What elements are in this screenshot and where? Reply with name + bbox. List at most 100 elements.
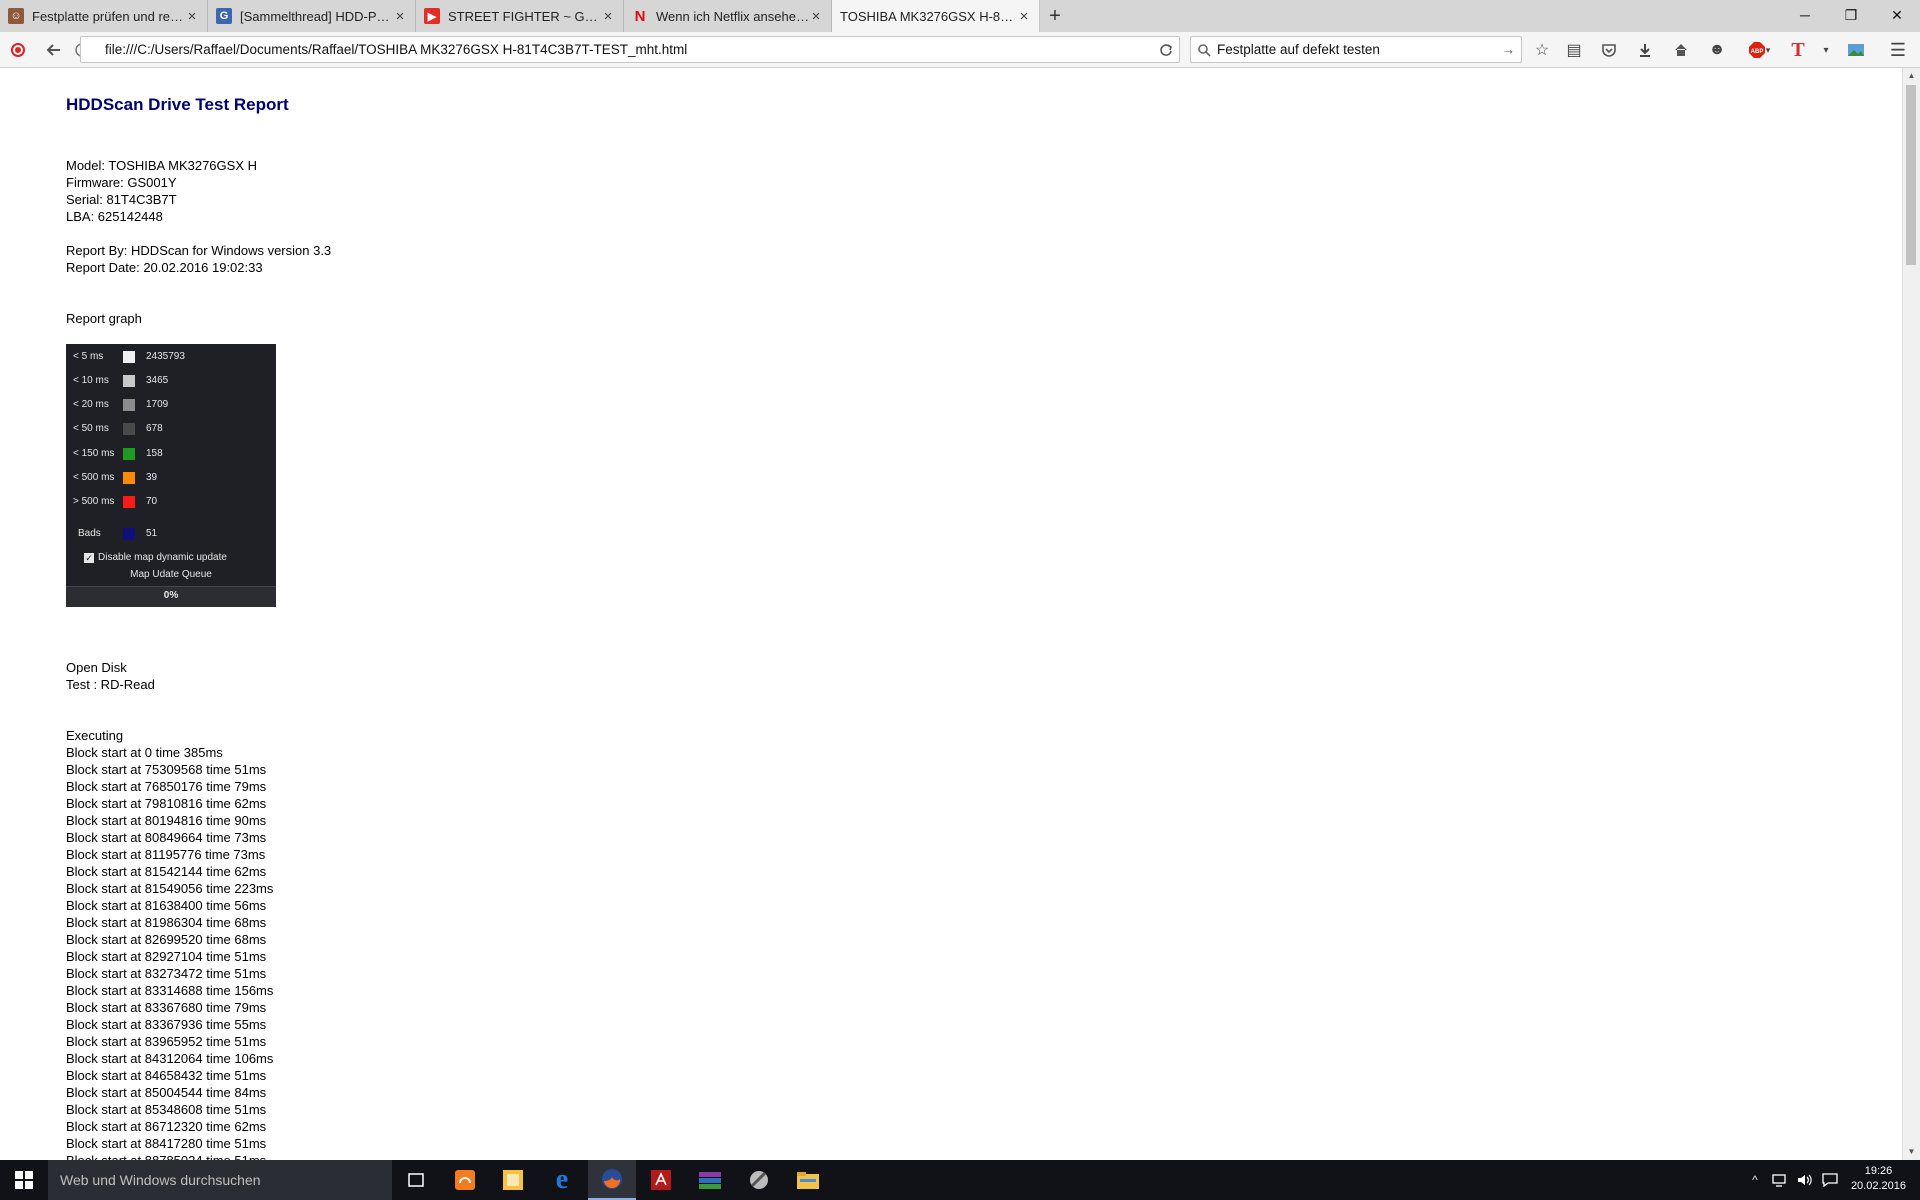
back-icon[interactable]	[42, 38, 66, 62]
adblock-icon[interactable]: ABP ▾	[1742, 38, 1776, 62]
legend-swatch	[123, 472, 135, 484]
volume-icon[interactable]	[1794, 1160, 1816, 1200]
netflix-favicon-icon: N	[634, 7, 646, 25]
extension-icon[interactable]	[1844, 38, 1868, 62]
close-tab-icon[interactable]: ×	[601, 8, 615, 25]
block-log-line: Block start at 86712320 time 62ms	[66, 1119, 267, 1134]
network-icon[interactable]	[1768, 1160, 1790, 1200]
sticky-notes-icon[interactable]	[489, 1160, 537, 1200]
close-window-icon[interactable]: ✕	[1874, 0, 1920, 30]
edge-browser-icon[interactable]: e	[538, 1160, 586, 1200]
navigation-bar: file:///C:/Users/Raffael/Documents/Raffa…	[0, 32, 1920, 68]
maximize-icon[interactable]: ❐	[1828, 0, 1874, 30]
taskbar-search-input[interactable]: Web und Windows durchsuchen	[48, 1160, 392, 1200]
firefox-icon[interactable]	[588, 1160, 636, 1200]
close-tab-icon[interactable]: ×	[1017, 8, 1031, 25]
close-tab-icon[interactable]: ×	[393, 8, 407, 25]
tab-title: Wenn ich Netflix ansehen ...	[656, 8, 809, 24]
tool-app-icon[interactable]	[735, 1160, 783, 1200]
new-tab-button[interactable]: +	[1040, 0, 1070, 32]
taskbar-clock[interactable]: 19:26 20.02.2016	[1851, 1164, 1906, 1194]
legend-value: 678	[146, 423, 163, 434]
legend-label: < 20 ms	[73, 399, 109, 410]
legend-swatch	[123, 448, 135, 460]
close-tab-icon[interactable]: ×	[809, 8, 823, 25]
drive-info: Model: TOSHIBA MK3276GSX H Firmware: GS0…	[66, 157, 257, 225]
block-log-line: Block start at 83965952 time 51ms	[66, 1034, 267, 1049]
block-log-line: Block start at 83367680 time 79ms	[66, 1000, 267, 1015]
block-log-line: Block start at 82927104 time 51ms	[66, 949, 267, 964]
tab-title: Festplatte prüfen und repa...	[32, 8, 185, 24]
translate-icon[interactable]: T	[1786, 38, 1810, 62]
legend-swatch	[123, 528, 135, 540]
close-tab-icon[interactable]: ×	[185, 8, 199, 25]
audio-app-icon[interactable]	[441, 1160, 489, 1200]
task-view-icon[interactable]	[392, 1160, 440, 1200]
search-go-icon[interactable]: →	[1502, 37, 1516, 62]
url-input[interactable]: file:///C:/Users/Raffael/Documents/Raffa…	[80, 36, 1180, 63]
checkbox-box[interactable]: ✓	[84, 552, 94, 563]
block-log-line: Block start at 83273472 time 51ms	[66, 966, 267, 981]
scroll-up-icon[interactable]: ▲	[1903, 68, 1920, 84]
block-log-line: Block start at 84658432 time 51ms	[66, 1068, 267, 1083]
report-date-line: Report Date: 20.02.2016 19:02:33	[66, 260, 263, 275]
scroll-down-icon[interactable]: ▼	[1903, 1144, 1920, 1160]
block-log-line: Block start at 83314688 time 156ms	[66, 983, 274, 998]
progress-text: 0%	[163, 590, 179, 601]
tab-0[interactable]: ☺ Festplatte prüfen und repa... ×	[0, 0, 208, 32]
reload-icon[interactable]	[1154, 38, 1178, 62]
legend-label: < 5 ms	[73, 351, 104, 362]
legend-row: < 5 ms 2435793	[66, 348, 276, 366]
disable-map-update-checkbox[interactable]: ✓ Disable map dynamic update	[84, 552, 227, 563]
report-graph-panel: < 5 ms 2435793 < 10 ms 3465 < 20 ms 1709 < 50 …	[66, 344, 276, 607]
firmware-line: Firmware: GS001Y	[66, 175, 177, 190]
legend-value: 70	[146, 496, 158, 507]
map-update-queue-label: Map Udate Queue	[130, 569, 212, 580]
home-icon[interactable]	[1669, 38, 1693, 62]
legend-value: 2435793	[146, 351, 185, 362]
file-explorer-icon[interactable]	[784, 1160, 832, 1200]
chat-icon[interactable]: ☻	[1705, 38, 1729, 62]
tab-3[interactable]: N Wenn ich Netflix ansehen ... ×	[624, 0, 832, 32]
tab-1[interactable]: G [Sammelthread] HDD-Pro... ×	[208, 0, 416, 32]
legend-label: < 10 ms	[73, 375, 109, 386]
winrar-icon[interactable]	[686, 1160, 734, 1200]
search-icon	[1197, 37, 1211, 62]
legend-label: > 500 ms	[73, 496, 115, 507]
clock-date: 20.02.2016	[1850, 1180, 1906, 1192]
executing-line: Executing	[66, 728, 124, 743]
tray-expand-icon[interactable]: ^	[1746, 1160, 1764, 1200]
tab-title: [Sammelthread] HDD-Pro...	[240, 8, 393, 24]
block-log-line: Block start at 88417280 time 51ms	[66, 1136, 267, 1151]
windows-start-icon[interactable]	[0, 1160, 48, 1200]
scroll-thumb[interactable]	[1906, 85, 1916, 265]
block-list: Block start at 0 time 385ms Block start a…	[66, 744, 273, 1160]
search-input[interactable]: Festplatte auf defekt testen →	[1190, 36, 1522, 63]
addon-icon[interactable]	[6, 38, 30, 62]
acrobat-icon[interactable]	[637, 1160, 685, 1200]
legend-swatch	[123, 399, 135, 411]
block-log-line: Block start at 81542144 time 62ms	[66, 864, 267, 879]
block-log-line: Block start at 85004544 time 84ms	[66, 1085, 267, 1100]
open-disk-line: Open Disk	[66, 660, 127, 675]
legend-value: 1709	[146, 399, 169, 410]
pocket-icon[interactable]	[1597, 38, 1621, 62]
tab-4[interactable]: TOSHIBA MK3276GSX H-81T4... ×	[832, 0, 1040, 32]
block-log-line: Block start at 76850176 time 79ms	[66, 779, 267, 794]
download-icon[interactable]	[1633, 38, 1657, 62]
report-title: HDDScan Drive Test Report	[66, 95, 289, 114]
youtube-favicon-icon: ▶	[424, 8, 440, 24]
block-log-line: Block start at 81549056 time 223ms	[66, 881, 274, 896]
bookmark-star-icon[interactable]: ☆	[1530, 38, 1554, 62]
reading-list-icon[interactable]: ▤	[1562, 38, 1586, 62]
tab-2[interactable]: ▶ STREET FIGHTER ~ Gedan... ×	[416, 0, 624, 32]
legend-row: < 20 ms 1709	[66, 396, 276, 414]
vertical-scrollbar[interactable]: ▲ ▼	[1902, 68, 1920, 1160]
minimize-icon[interactable]: ─	[1782, 0, 1828, 30]
legend-row: Bads 51	[66, 525, 276, 543]
dropdown-icon[interactable]: ▾	[1814, 38, 1838, 62]
action-center-icon[interactable]	[1818, 1160, 1842, 1200]
block-log-line: Block start at 81638400 time 56ms	[66, 898, 267, 913]
menu-icon[interactable]: ☰	[1886, 38, 1910, 62]
legend-row: < 150 ms 158	[66, 445, 276, 463]
